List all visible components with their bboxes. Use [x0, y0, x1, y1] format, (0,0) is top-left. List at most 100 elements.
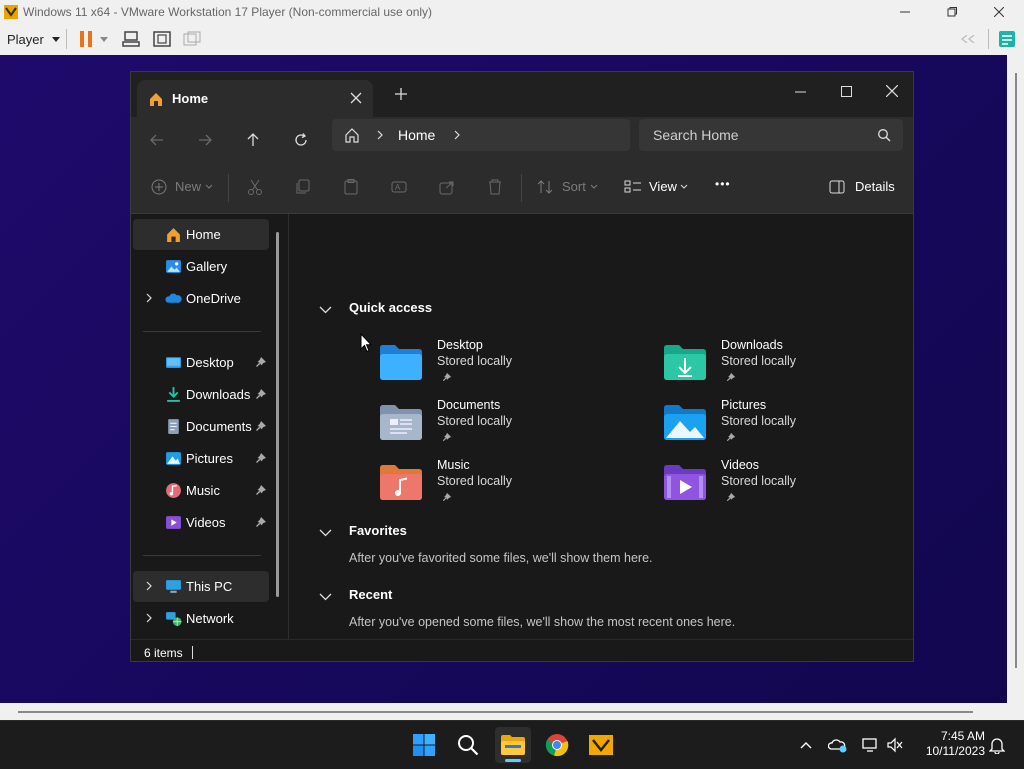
player-menu-button[interactable]: Player: [0, 23, 60, 55]
back-button[interactable]: [143, 126, 171, 154]
pin-icon[interactable]: [255, 420, 267, 432]
show-hidden-icons-button[interactable]: [796, 735, 816, 755]
nav-item-home[interactable]: Home: [133, 219, 269, 250]
suspend-button[interactable]: [76, 29, 96, 49]
chevron-right-icon[interactable]: [144, 293, 154, 303]
search-input[interactable]: Search Home: [639, 119, 903, 151]
vmware-close-button[interactable]: [976, 0, 1022, 23]
quick-access-videos[interactable]: Videos Stored locally: [663, 458, 913, 518]
notifications-button[interactable]: [987, 735, 1007, 755]
quick-access-desktop[interactable]: Desktop Stored locally: [379, 338, 639, 398]
collapse-toolbar-button[interactable]: [958, 29, 978, 49]
pin-icon: [442, 372, 452, 382]
explorer-tab-bar: Home: [131, 72, 913, 117]
view-button[interactable]: View: [649, 179, 677, 194]
nav-item-videos[interactable]: Videos: [133, 507, 269, 538]
unity-icon: [183, 31, 201, 46]
forward-button[interactable]: [191, 126, 219, 154]
folder-status: Stored locally: [437, 354, 513, 368]
rename-button[interactable]: A: [389, 177, 409, 197]
svg-text:A: A: [395, 183, 401, 192]
chevron-right-icon[interactable]: [144, 613, 154, 623]
nav-label: Desktop: [186, 355, 234, 370]
nav-item-gallery[interactable]: Gallery: [133, 251, 269, 282]
close-button[interactable]: [869, 76, 913, 106]
nav-item-this-pc[interactable]: This PC: [133, 571, 269, 602]
chevron-down-icon: [205, 184, 213, 189]
quick-access-documents[interactable]: Documents Stored locally: [379, 398, 639, 458]
nav-item-pictures[interactable]: Pictures: [133, 443, 269, 474]
send-ctrl-alt-del-button[interactable]: [121, 29, 141, 49]
pin-icon: [442, 492, 452, 502]
close-tab-icon[interactable]: [349, 91, 363, 105]
taskbar-vmware-tools[interactable]: [583, 727, 619, 763]
nav-scrollbar[interactable]: [276, 232, 279, 597]
nav-item-desktop[interactable]: Desktop: [133, 347, 269, 378]
details-button-icon-wrap[interactable]: [827, 177, 847, 197]
nav-item-music[interactable]: Music: [133, 475, 269, 506]
dropdown-arrow-icon: [100, 36, 108, 42]
vmware-minimize-button[interactable]: [882, 0, 928, 23]
taskbar-chrome[interactable]: [539, 727, 575, 763]
volume-tray-button[interactable]: [885, 735, 905, 755]
pin-icon[interactable]: [255, 484, 267, 496]
view-button-icon-wrap[interactable]: [623, 177, 643, 197]
onedrive-icon: [165, 293, 182, 303]
scrollbar-thumb[interactable]: [18, 711, 973, 713]
cut-button[interactable]: [245, 177, 265, 197]
delete-button[interactable]: [485, 177, 505, 197]
nav-item-downloads[interactable]: Downloads: [133, 379, 269, 410]
minimize-button[interactable]: [777, 76, 823, 106]
copy-button[interactable]: [293, 177, 313, 197]
sort-icon: [537, 180, 553, 194]
breadcrumb-home[interactable]: Home: [398, 127, 435, 143]
paste-button[interactable]: [341, 177, 361, 197]
taskbar-file-explorer[interactable]: [495, 727, 531, 763]
scrollbar-thumb[interactable]: [1015, 73, 1017, 668]
chevron-right-icon[interactable]: [144, 581, 154, 591]
new-tab-icon[interactable]: [393, 86, 409, 102]
details-button[interactable]: Details: [855, 179, 895, 194]
new-button[interactable]: New: [175, 179, 201, 194]
share-button[interactable]: [437, 177, 457, 197]
start-button[interactable]: [406, 727, 442, 763]
onedrive-tray-button[interactable]: [828, 735, 848, 755]
ctrl-alt-del-icon: [122, 31, 140, 47]
horizontal-scrollbar[interactable]: [0, 703, 1007, 720]
folder-status: Stored locally: [721, 414, 797, 428]
up-button[interactable]: [239, 126, 267, 154]
pin-icon[interactable]: [255, 388, 267, 400]
clock[interactable]: 7:45 AM 10/11/2023: [915, 729, 985, 759]
nav-item-documents[interactable]: Documents: [133, 411, 269, 442]
notification-bell-icon: [989, 738, 1005, 754]
taskbar-search-button[interactable]: [450, 727, 486, 763]
sort-button[interactable]: Sort: [562, 179, 586, 194]
new-button-icon-wrap[interactable]: [149, 177, 169, 197]
pin-icon[interactable]: [255, 516, 267, 528]
maximize-button[interactable]: [823, 76, 869, 106]
quick-access-downloads[interactable]: Downloads Stored locally: [663, 338, 913, 398]
windows-start-icon: [413, 734, 435, 756]
pin-icon: [726, 432, 736, 442]
network-tray-button[interactable]: [860, 735, 880, 755]
gallery-icon: [166, 260, 181, 273]
nav-item-network[interactable]: Network: [133, 603, 269, 634]
nav-label: Music: [186, 483, 220, 498]
refresh-button[interactable]: [287, 126, 315, 154]
pin-icon[interactable]: [255, 452, 267, 464]
chevron-right-icon[interactable]: [453, 130, 461, 140]
see-more-button[interactable]: •••: [715, 177, 731, 191]
tab-home[interactable]: Home: [137, 80, 373, 117]
quick-access-music[interactable]: Music Stored locally: [379, 458, 639, 518]
sort-button-icon-wrap[interactable]: [535, 177, 555, 197]
full-screen-button[interactable]: [152, 29, 172, 49]
power-menu-dropdown[interactable]: [97, 29, 111, 49]
vmware-maximize-button[interactable]: [929, 0, 975, 23]
nav-item-onedrive[interactable]: OneDrive: [133, 283, 269, 314]
pin-icon[interactable]: [255, 356, 267, 368]
quick-access-pictures[interactable]: Pictures Stored locally: [663, 398, 913, 458]
address-bar[interactable]: Home: [332, 119, 630, 151]
vertical-scrollbar[interactable]: [1007, 55, 1024, 703]
message-log-button[interactable]: [997, 29, 1017, 49]
unity-button[interactable]: [182, 29, 202, 49]
